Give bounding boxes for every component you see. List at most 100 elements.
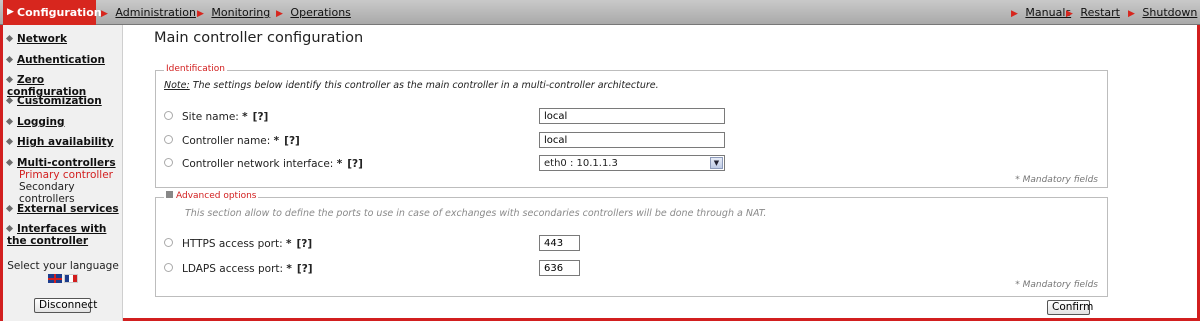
language-label: Select your language	[7, 260, 119, 272]
tab-configuration[interactable]: ▶ Configuration	[3, 0, 102, 25]
top-menu-bar: ▶ Configuration ▶ Administration ▶ Monit…	[0, 0, 1200, 25]
sidebar-item-customization[interactable]: Customization	[5, 95, 102, 107]
restart-link[interactable]: ▶ Restart	[1066, 0, 1120, 25]
note-prefix: Note:	[164, 80, 190, 91]
required-mark: *	[286, 263, 292, 275]
arrow-right-icon: ▶	[1128, 9, 1135, 19]
language-flags	[48, 274, 80, 287]
sidebar-subitem-secondary-controllers[interactable]: Secondary controllers	[19, 181, 122, 205]
arrow-right-icon: ▶	[101, 9, 108, 19]
sidebar-item-interfaces[interactable]: Interfaces with the controller	[5, 223, 117, 247]
bullet-icon	[5, 204, 14, 213]
collapse-icon[interactable]	[166, 191, 173, 198]
sidebar-item-label: Authentication	[17, 54, 105, 66]
sidebar-subitem-primary-controller[interactable]: Primary controller	[19, 169, 113, 181]
sidebar-item-network[interactable]: Network	[5, 33, 68, 45]
confirm-button[interactable]: Confirm	[1047, 300, 1093, 315]
identification-note: Note: The settings below identify this c…	[164, 80, 659, 91]
sidebar-item-label: Multi-controllers	[17, 157, 116, 169]
required-mark: *	[242, 111, 248, 123]
controller-name-label: Controller name:	[182, 135, 271, 147]
bullet-circle-icon	[164, 135, 173, 144]
ldaps-port-input[interactable]	[539, 260, 580, 276]
advanced-options-section: Advanced options This section allow to d…	[155, 191, 1108, 297]
sidebar-item-label: High availability	[17, 136, 114, 148]
tab-monitoring[interactable]: ▶ Monitoring	[197, 0, 270, 25]
advanced-hint: This section allow to define the ports t…	[185, 208, 767, 219]
shutdown-link-text[interactable]: Shutdown	[1142, 6, 1197, 19]
bullet-circle-icon	[164, 238, 173, 247]
disconnect-button[interactable]: Disconnect	[34, 298, 97, 313]
bullet-icon	[5, 96, 14, 105]
bullet-icon	[5, 137, 14, 146]
identification-section: Identification Note: The settings below …	[155, 64, 1108, 188]
advanced-options-legend[interactable]: Advanced options	[164, 191, 259, 201]
manuals-link[interactable]: ▶ Manuals	[1011, 0, 1071, 25]
ldaps-port-row: LDAPS access port: * [?]	[164, 263, 313, 275]
chevron-down-icon[interactable]: ▼	[710, 157, 723, 169]
site-name-help[interactable]: [?]	[253, 111, 269, 123]
required-mark: *	[336, 158, 343, 170]
required-mark: *	[273, 135, 280, 147]
note-text: The settings below identify this control…	[192, 80, 659, 91]
sidebar-item-authentication[interactable]: Authentication	[5, 54, 105, 66]
site-name-input[interactable]	[539, 108, 725, 124]
required-mark: *	[286, 238, 292, 250]
tab-administration-link[interactable]: Administration	[115, 6, 196, 19]
tab-operations-link[interactable]: Operations	[290, 6, 350, 19]
sidebar-item-label: External services	[17, 203, 119, 215]
sidebar-item-label: Customization	[17, 95, 102, 107]
manuals-link-text[interactable]: Manuals	[1025, 6, 1071, 19]
arrow-right-icon: ▶	[197, 9, 204, 19]
sidebar-item-label: Network	[17, 33, 68, 45]
bullet-icon	[5, 34, 14, 43]
controller-name-help[interactable]: [?]	[284, 135, 300, 147]
sidebar-item-high-availability[interactable]: High availability	[5, 136, 114, 148]
bullet-icon	[5, 55, 14, 64]
bullet-icon	[5, 158, 14, 167]
identification-legend: Identification	[164, 64, 228, 74]
bullet-icon	[5, 224, 14, 233]
tab-operations[interactable]: ▶ Operations	[276, 0, 351, 25]
https-port-input[interactable]	[539, 235, 580, 251]
bullet-circle-icon	[164, 263, 173, 272]
sidebar-item-logging[interactable]: Logging	[5, 116, 65, 128]
shutdown-link[interactable]: ▶ Shutdown	[1128, 0, 1197, 25]
controller-name-input[interactable]	[539, 132, 725, 148]
bullet-icon	[5, 75, 14, 84]
uk-flag-icon[interactable]	[48, 274, 62, 283]
https-port-help[interactable]: [?]	[297, 238, 313, 250]
bullet-circle-icon	[164, 111, 173, 120]
arrow-right-icon: ▶	[7, 7, 14, 17]
arrow-right-icon: ▶	[1066, 9, 1073, 19]
sidebar-item-multi-controllers[interactable]: Multi-controllers	[5, 157, 116, 169]
mandatory-note: * Mandatory fields	[1015, 280, 1098, 290]
france-flag-icon[interactable]	[64, 274, 78, 283]
ldaps-port-help[interactable]: [?]	[297, 263, 313, 275]
network-interface-row: Controller network interface: * [?]	[164, 158, 363, 170]
site-name-label: Site name:	[182, 111, 239, 123]
https-port-label: HTTPS access port:	[182, 238, 283, 250]
arrow-right-icon: ▶	[276, 9, 283, 19]
controller-name-row: Controller name: * [?]	[164, 135, 300, 147]
restart-link-text[interactable]: Restart	[1080, 6, 1120, 19]
sidebar-item-label: Interfaces with the controller	[7, 223, 107, 247]
advanced-legend-text: Advanced options	[176, 191, 257, 201]
network-interface-help[interactable]: [?]	[347, 158, 363, 170]
bullet-circle-icon	[164, 158, 173, 167]
page-title: Main controller configuration	[154, 30, 364, 46]
bullet-icon	[5, 117, 14, 126]
https-port-row: HTTPS access port: * [?]	[164, 238, 312, 250]
tab-administration[interactable]: ▶ Administration	[101, 0, 196, 25]
network-interface-select[interactable]: eth0 : 10.1.1.3 ▼	[539, 155, 725, 171]
mandatory-note: * Mandatory fields	[1015, 175, 1098, 185]
sidebar-item-external-services[interactable]: External services	[5, 203, 119, 215]
tab-monitoring-link[interactable]: Monitoring	[211, 6, 270, 19]
network-interface-label: Controller network interface:	[182, 158, 334, 170]
sidebar: Network Authentication Zero configuratio…	[3, 25, 123, 321]
site-name-row: Site name: * [?]	[164, 111, 268, 123]
sidebar-item-label: Logging	[17, 116, 65, 128]
arrow-right-icon: ▶	[1011, 9, 1018, 19]
network-interface-value: eth0 : 10.1.1.3	[544, 158, 618, 169]
ldaps-port-label: LDAPS access port:	[182, 263, 284, 275]
